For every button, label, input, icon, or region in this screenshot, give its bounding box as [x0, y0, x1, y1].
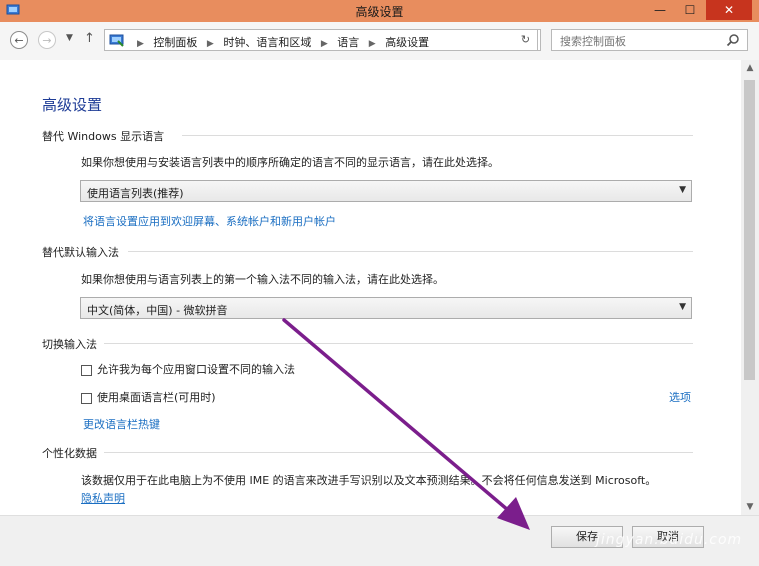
- chevron-down-icon: ▼: [679, 185, 686, 195]
- display-language-dropdown[interactable]: 使用语言列表(推荐) ▼: [80, 180, 692, 202]
- input-method-description: 如果你想使用与语言列表上的第一个输入法不同的输入法，请在此处选择。: [81, 273, 444, 286]
- close-button[interactable]: ✕: [706, 0, 752, 20]
- section-divider: [182, 135, 693, 136]
- section-divider: [104, 343, 693, 344]
- chevron-right-icon[interactable]: ▶: [369, 39, 376, 49]
- breadcrumb-item-control-panel[interactable]: 控制面板: [153, 36, 197, 49]
- desktop-language-bar-checkbox[interactable]: [81, 392, 92, 404]
- scroll-up-icon[interactable]: ▲: [741, 60, 759, 76]
- section-header-default-input-method: 替代默认输入法: [42, 246, 119, 259]
- breadcrumb-item-language[interactable]: 语言: [337, 36, 359, 49]
- watermark: jingyan.baidu.com: [596, 532, 743, 548]
- vertical-scrollbar[interactable]: ▲ ▼: [741, 60, 759, 515]
- forward-button[interactable]: →: [38, 31, 56, 49]
- display-language-selected: 使用语言列表(推荐): [87, 187, 184, 200]
- page-title: 高级设置: [42, 96, 103, 114]
- section-header-personalization-data: 个性化数据: [42, 447, 97, 460]
- per-app-input-label: 允许我为每个应用窗口设置不同的输入法: [97, 363, 295, 376]
- breadcrumb-item-clock-language-region[interactable]: 时钟、语言和区域: [223, 36, 311, 49]
- personalization-description: 该数据仅用于在此电脑上为不使用 IME 的语言来改进手写识别以及文本预测结果。不…: [81, 474, 657, 487]
- section-header-display-language: 替代 Windows 显示语言: [42, 130, 165, 143]
- input-method-selected: 中文(简体，中国) - 微软拼音: [87, 304, 228, 317]
- maximize-button[interactable]: ☐: [676, 0, 704, 20]
- breadcrumb-item-advanced-settings[interactable]: 高级设置: [385, 36, 429, 49]
- control-panel-icon: [109, 34, 124, 47]
- desktop-language-bar-label: 使用桌面语言栏(可用时): [97, 391, 216, 404]
- apply-language-settings-link[interactable]: 将语言设置应用到欢迎屏幕、系统帐户和新用户帐户: [83, 213, 336, 229]
- refresh-button[interactable]: ↻: [514, 29, 538, 51]
- scroll-down-icon[interactable]: ▼: [741, 499, 759, 515]
- display-language-description: 如果你想使用与安装语言列表中的顺序所确定的语言不同的显示语言，请在此处选择。: [81, 156, 499, 169]
- chevron-right-icon: ▶: [137, 39, 144, 49]
- search-icon[interactable]: [726, 33, 740, 47]
- checkbox-row-desktop-language-bar[interactable]: 使用桌面语言栏(可用时): [81, 389, 216, 405]
- section-header-switching-input: 切换输入法: [42, 338, 97, 351]
- chevron-right-icon[interactable]: ▶: [207, 39, 214, 49]
- section-divider: [104, 452, 693, 453]
- input-method-dropdown[interactable]: 中文(简体，中国) - 微软拼音 ▼: [80, 297, 692, 319]
- language-bar-options-link[interactable]: 选项: [669, 389, 691, 405]
- up-button[interactable]: ↑: [84, 31, 95, 46]
- settings-panel: 高级设置 替代 Windows 显示语言 如果你想使用与安装语言列表中的顺序所确…: [0, 60, 741, 515]
- minimize-button[interactable]: —: [646, 0, 674, 20]
- change-hotkeys-link[interactable]: 更改语言栏热键: [83, 416, 160, 432]
- scrollbar-thumb[interactable]: [744, 80, 755, 380]
- recent-locations-dropdown[interactable]: ▼: [66, 33, 73, 43]
- privacy-statement-link[interactable]: 隐私声明: [81, 490, 125, 506]
- chevron-down-icon: ▼: [679, 302, 686, 312]
- navigation-bar: ← → ▼ ↑ ▶ 控制面板 ▶ 时钟、语言和区域 ▶ 语言 ▶ 高级设置 ⌄ …: [0, 22, 759, 60]
- chevron-right-icon[interactable]: ▶: [321, 39, 328, 49]
- per-app-input-checkbox[interactable]: [81, 364, 92, 376]
- search-box[interactable]: [551, 29, 748, 52]
- title-bar: 高级设置 — ☐ ✕: [0, 0, 759, 22]
- section-divider: [128, 251, 693, 252]
- address-bar[interactable]: ▶ 控制面板 ▶ 时钟、语言和区域 ▶ 语言 ▶ 高级设置 ⌄: [104, 29, 541, 51]
- checkbox-row-per-app-input[interactable]: 允许我为每个应用窗口设置不同的输入法: [81, 361, 295, 377]
- back-button[interactable]: ←: [10, 31, 28, 49]
- breadcrumb: ▶ 控制面板 ▶ 时钟、语言和区域 ▶ 语言 ▶ 高级设置: [131, 34, 429, 50]
- search-input[interactable]: [552, 30, 732, 52]
